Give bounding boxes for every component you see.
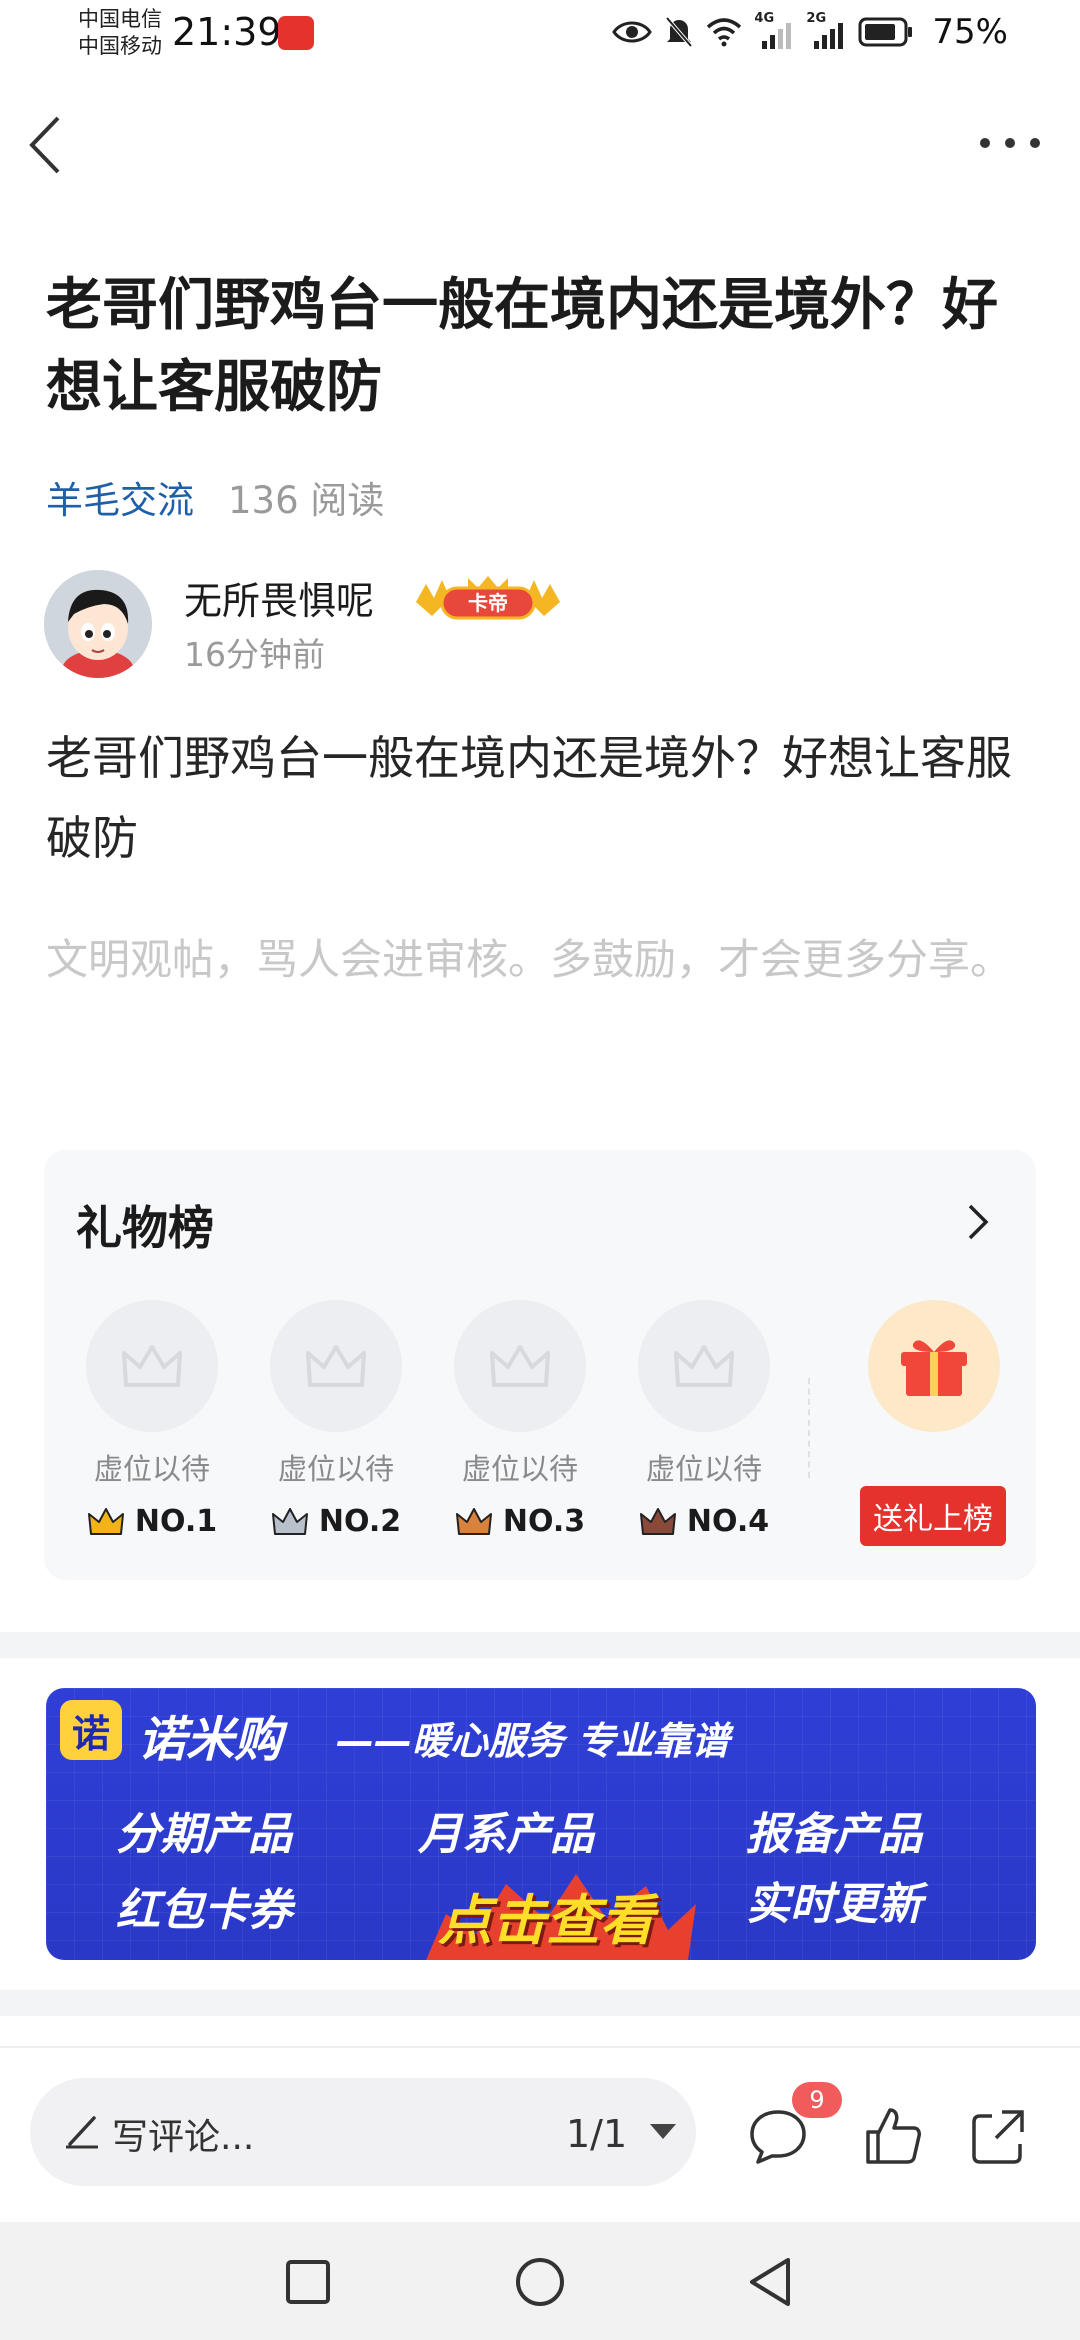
share-icon [972,2110,1024,2164]
battery-percent: 75% [932,12,1008,52]
board-link[interactable]: 羊毛交流 [46,470,194,524]
more-options-button[interactable] [980,128,1040,158]
gift-slot[interactable]: 虚位以待 NO.2 [256,1300,416,1539]
carrier-2: 中国移动 [78,34,162,58]
banner-item: 红包卡券 [116,1885,292,1936]
battery-icon [858,17,913,47]
crown-icon [455,1507,492,1535]
empty-slot-circle [454,1300,586,1432]
comment-input[interactable]: 写评论... 1/1 [30,2078,696,2186]
carrier-info: 中国电信 中国移动 [78,6,162,60]
banner-cta[interactable]: 点击查看 [438,1876,654,1955]
page-indicator[interactable]: 1/1 [566,2112,627,2156]
thumbs-up-icon [866,2108,921,2164]
gift-slot[interactable]: 虚位以待 NO.4 [624,1300,784,1539]
post-body: 老哥们野鸡台一般在境内还是境外？好想让客服破防 [46,731,1012,865]
banner-logo: 诺 [60,1700,122,1760]
signal-2g-icon: 2G [806,11,846,49]
gift-slot[interactable]: 虚位以待 NO.1 [72,1300,232,1539]
signal-4g-icon: 4G [754,11,794,49]
section-divider [0,1632,1080,1658]
carrier-1: 中国电信 [78,7,162,31]
clock: 21:39 [172,10,282,54]
pen-icon [66,2116,98,2149]
gift-icon [901,1340,967,1396]
gift-board-title: 礼物榜 [76,1201,214,1255]
badge-label: 卡帝 [468,591,508,615]
bottom-bar-border [0,2046,1080,2048]
back-button[interactable] [22,110,72,180]
recents-square-icon[interactable] [278,2252,338,2312]
empty-slot-circle [270,1300,402,1432]
post-time: 16分钟前 [184,635,325,674]
post-meta: 羊毛交流 136 阅读 [46,470,384,524]
slot-rank: NO.1 [72,1504,232,1539]
home-circle-icon[interactable] [510,2252,570,2312]
gift-board-more[interactable] [962,1200,992,1244]
section-divider [0,1990,1080,2016]
dot-icon [980,138,990,148]
comment-count-badge: 9 [792,2082,842,2118]
banner-item: 实时更新 [746,1879,922,1930]
author-name[interactable]: 无所畏惧呢 [184,570,374,625]
civility-hint: 文明观帖，骂人会进审核。多鼓励，才会更多分享。 [46,935,1013,984]
wifi-icon [707,18,742,47]
crown-outline-icon [306,1345,366,1387]
cartoon-face-icon [44,570,152,678]
banner-item: 月系产品 [418,1809,594,1860]
banner-brand: 诺米购 [138,1712,283,1768]
banner-item: 报备产品 [746,1809,922,1860]
empty-slot-circle [638,1300,770,1432]
crown-outline-icon [122,1345,182,1387]
back-triangle-icon[interactable] [740,2252,800,2312]
chevron-left-icon [29,116,60,174]
chevron-right-icon [968,1204,989,1240]
dot-icon [1005,138,1015,148]
read-count: 136 阅读 [228,479,385,522]
eye-icon [612,21,653,43]
rank-label: NO.3 [502,1504,586,1539]
slot-placeholder: 虚位以待 [461,1452,578,1486]
send-gift-button[interactable]: 送礼上榜 [860,1486,1006,1546]
slot-rank: NO.3 [440,1504,600,1539]
gift-board: 礼物榜 虚位以待 NO.1 虚位以待 NO.2 虚位以待 NO.3 虚位以待 NO.4 送礼上… [44,1150,1036,1580]
avatar[interactable] [44,570,152,678]
dot-icon [1030,138,1040,148]
rank-label: NO.1 [134,1504,218,1539]
app-notification-icon [278,16,314,50]
crown-outline-icon [490,1345,550,1387]
author-badge: 卡帝 [412,572,564,624]
slot-rank: NO.4 [624,1504,784,1539]
status-bar: 中国电信 中国移动 21:39 4G 2G 75% [0,0,1080,72]
slot-placeholder: 虚位以待 [277,1452,394,1486]
share-button[interactable] [966,2104,1030,2168]
slot-placeholder: 虚位以待 [645,1452,762,1486]
caret-down-icon[interactable] [650,2124,676,2139]
crown-icon [271,1507,308,1535]
post-title: 老哥们野鸡台一般在境内还是境外？好想让客服破防 [46,273,998,420]
banner-item: 分期产品 [116,1809,292,1860]
slot-placeholder: 虚位以待 [93,1452,210,1486]
rank-label: NO.2 [318,1504,402,1539]
system-nav-bar [0,2222,1080,2340]
divider [808,1378,810,1478]
mute-bell-icon [665,16,693,48]
gift-circle[interactable] [868,1300,1000,1432]
banner-slogan: ——暖心服务 专业靠谱 [336,1719,730,1763]
rank-label: NO.4 [686,1504,770,1539]
comment-placeholder: 写评论... [112,2117,255,2158]
empty-slot-circle [86,1300,218,1432]
crown-outline-icon [674,1345,734,1387]
ad-banner[interactable]: 诺 诺米购 ——暖心服务 专业靠谱 分期产品 月系产品 报备产品 红包卡券 实时… [46,1688,1036,1960]
gift-slot[interactable]: 虚位以待 NO.3 [440,1300,600,1539]
like-button[interactable] [862,2104,926,2168]
slot-rank: NO.2 [256,1504,416,1539]
crown-icon [639,1507,676,1535]
crown-icon [87,1507,124,1535]
